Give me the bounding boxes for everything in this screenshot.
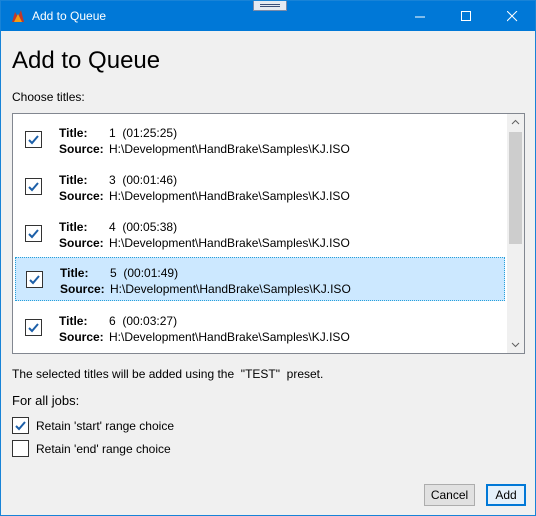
checkmark-icon [15,421,26,431]
title-list-item[interactable]: Title: 3 (00:01:46) Source: H:\Development\… [15,165,505,209]
checkmark-icon [28,323,39,333]
page-title: Add to Queue [12,47,161,74]
preset-info-text: The selected titles will be added using … [12,367,324,381]
title-duration: (00:05:38) [122,220,178,234]
source-label: Source: [60,282,105,296]
title-label: Title: [60,266,89,280]
source-path: H:\Development\HandBrake\Samples\KJ.ISO [110,282,351,296]
title-duration: (00:03:27) [122,314,178,328]
title-duration: (00:01:49) [123,266,179,280]
title-number: 1 [109,126,116,140]
minimize-button[interactable] [397,1,443,31]
title-checkbox[interactable] [25,131,42,148]
title-checkbox[interactable] [25,178,42,195]
checkmark-icon [29,275,40,285]
scroll-up-button[interactable] [507,114,524,131]
title-checkbox[interactable] [25,319,42,336]
retain-end-label: Retain 'end' range choice [36,442,171,456]
checkmark-icon [28,135,39,145]
minimize-icon [415,16,425,18]
scroll-thumb[interactable] [509,132,522,244]
source-label: Source: [59,236,104,250]
source-path: H:\Development\HandBrake\Samples\KJ.ISO [109,330,350,344]
close-icon [507,11,518,22]
close-button[interactable] [489,1,535,31]
retain-start-checkbox[interactable] [12,417,29,434]
title-label: Title: [59,126,88,140]
title-checkbox[interactable] [25,225,42,242]
title-list-item[interactable]: Title: 6 (00:03:27) Source: H:\Development\… [15,306,505,350]
source-label: Source: [59,189,104,203]
title-label: Title: [59,314,88,328]
scroll-down-button[interactable] [507,336,524,353]
maximize-icon [461,11,471,21]
checkmark-icon [28,182,39,192]
chevron-up-icon [511,119,520,125]
window-title: Add to Queue [32,9,107,23]
source-label: Source: [59,142,104,156]
retain-start-label: Retain 'start' range choice [36,419,174,433]
title-duration: (00:01:46) [122,173,178,187]
for-all-jobs-heading: For all jobs: [12,393,80,408]
title-label: Title: [59,220,88,234]
title-number: 3 [109,173,116,187]
maximize-button[interactable] [443,1,489,31]
title-checkbox[interactable] [26,271,43,288]
titles-listbox[interactable]: Title: 1 (01:25:25) Source: H:\Development\… [12,113,525,354]
add-button[interactable]: Add [486,484,526,506]
vertical-scrollbar[interactable] [507,114,524,353]
title-number: 4 [109,220,116,234]
title-list-item[interactable]: Title: 5 (00:01:49) Source: H:\Development\… [15,257,505,301]
handbrake-app-icon [10,8,26,24]
choose-titles-label: Choose titles: [12,90,85,104]
source-label: Source: [59,330,104,344]
window-grip-handle[interactable] [253,1,287,11]
cancel-button[interactable]: Cancel [424,484,475,506]
title-duration: (01:25:25) [122,126,178,140]
title-number: 6 [109,314,116,328]
retain-end-checkbox[interactable] [12,440,29,457]
title-list-item[interactable]: Title: 1 (01:25:25) Source: H:\Development\… [15,118,505,162]
title-bar[interactable]: Add to Queue [1,1,535,31]
checkmark-icon [28,229,39,239]
title-label: Title: [59,173,88,187]
title-number: 5 [110,266,117,280]
title-list-item[interactable]: Title: 4 (00:05:38) Source: H:\Development\… [15,212,505,256]
source-path: H:\Development\HandBrake\Samples\KJ.ISO [109,189,350,203]
chevron-down-icon [511,342,520,348]
source-path: H:\Development\HandBrake\Samples\KJ.ISO [109,142,350,156]
add-to-queue-window: Add to Queue Add to Queue Choose titles:… [0,0,536,516]
source-path: H:\Development\HandBrake\Samples\KJ.ISO [109,236,350,250]
